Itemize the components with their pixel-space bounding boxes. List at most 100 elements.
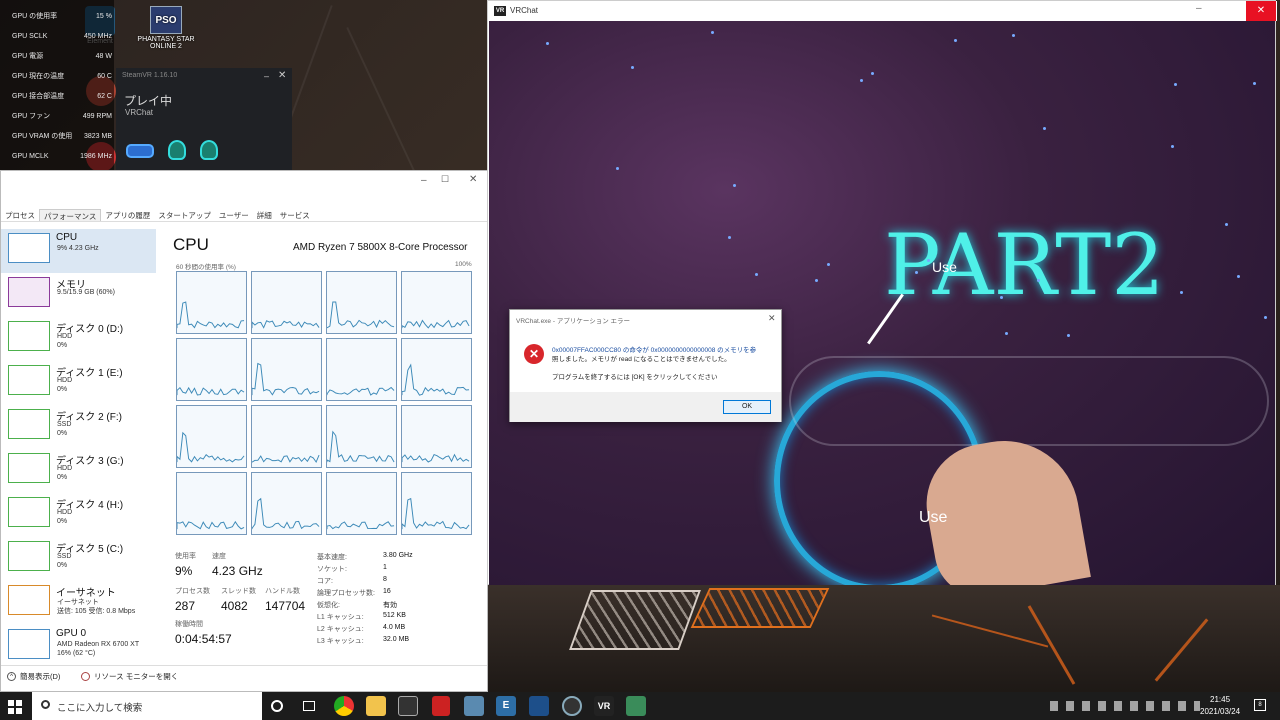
- spec-label: L2 キャッシュ:: [317, 626, 364, 633]
- spec-label: L1 キャッシュ:: [317, 614, 364, 621]
- start-button[interactable]: [8, 700, 22, 714]
- sidebar-thumbnail: [8, 365, 50, 395]
- maximize-button[interactable]: ☐: [441, 174, 449, 185]
- steamvr-minimize-button[interactable]: –: [264, 71, 269, 81]
- sidebar-item[interactable]: ディスク 3 (G:) HDD 0%: [1, 449, 156, 493]
- file-explorer-icon[interactable]: [366, 696, 386, 716]
- sidebar-item[interactable]: ディスク 4 (H:) HDD 0%: [1, 493, 156, 537]
- sidebar-item[interactable]: ディスク 0 (D:) HDD 0%: [1, 317, 156, 361]
- vrchat-title: VRChat: [510, 6, 539, 15]
- spec-label: ソケット:: [317, 566, 347, 573]
- app-icon[interactable]: [464, 696, 484, 716]
- sidebar-t2: SSD: [57, 421, 72, 428]
- system-tray-icons[interactable]: [1050, 701, 1200, 711]
- cpu-core-graph: [251, 338, 322, 401]
- sidebar-item[interactable]: CPU 9% 4.23 GHz: [1, 229, 156, 273]
- task-manager-window[interactable]: – ☐ ✕ プロセス パフォーマンス アプリの履歴 スタートアップ ユーザー 詳細 サービス…: [0, 170, 489, 692]
- vrchat-minimize-button[interactable]: –: [1196, 3, 1202, 14]
- spec-value: 16: [383, 588, 391, 595]
- sidebar-thumbnail: [8, 585, 50, 615]
- cpu-core-graph: [401, 405, 472, 468]
- sidebar-t2: AMD Radeon RX 6700 XT: [57, 641, 140, 648]
- star: [1224, 222, 1228, 226]
- cortana-icon[interactable]: [271, 700, 283, 712]
- amd-radeon-icon[interactable]: [432, 696, 450, 716]
- application-error-dialog[interactable]: VRChat.exe - アプリケーション エラー ✕ ✕ 0x00007FFA…: [509, 309, 782, 422]
- cpu-core-graph: [326, 338, 397, 401]
- star: [754, 272, 758, 276]
- dialog-close-button[interactable]: ✕: [768, 313, 776, 324]
- tab-0[interactable]: プロセス: [1, 209, 39, 221]
- controller-right-icon: [200, 140, 218, 160]
- tab-bar: プロセス パフォーマンス アプリの履歴 スタートアップ ユーザー 詳細 サービス: [1, 209, 489, 222]
- sidebar-thumbnail: [8, 409, 50, 439]
- steamvr-icon[interactable]: [529, 696, 549, 716]
- sidebar-item[interactable]: イーサネット イーサネット 送信: 105 受信: 0.8 Mbps: [1, 581, 156, 625]
- steam-icon[interactable]: [562, 696, 582, 716]
- hwmon-row: GPU VRAM の使用 3823 MB: [12, 131, 112, 143]
- hwmon-value: 1986 MHz: [80, 153, 112, 160]
- star: [870, 72, 874, 75]
- screen-capture-icon[interactable]: [398, 696, 418, 716]
- cpu-core-graph: [251, 271, 322, 334]
- hwmon-key: GPU 現在の温度: [12, 73, 65, 80]
- hwmon-key: GPU VRAM の使用: [12, 133, 73, 140]
- notification-icon[interactable]: 8: [1254, 699, 1266, 711]
- use-prompt-bottom: Use: [919, 509, 948, 526]
- tab-4[interactable]: ユーザー: [215, 209, 253, 221]
- cpu-core-graph: [176, 271, 247, 334]
- vrchat-close-button[interactable]: ✕: [1246, 1, 1276, 21]
- vrchat-scene[interactable]: PART2 Use Use: [489, 21, 1275, 585]
- part2-sign: PART2: [884, 216, 1165, 314]
- hwmon-key: GPU の使用率: [12, 13, 58, 20]
- minimize-button[interactable]: –: [421, 175, 427, 186]
- sidebar-item[interactable]: GPU 0 AMD Radeon RX 6700 XT 16% (62 °C): [1, 625, 156, 669]
- stat-speed-lbl: 速度: [212, 553, 226, 560]
- controller-left-icon: [168, 140, 186, 160]
- cpu-core-graph: [251, 405, 322, 468]
- hwmon-value: 499 RPM: [82, 113, 112, 120]
- vrchat-taskbar-icon[interactable]: VR: [594, 696, 614, 716]
- fewer-details-link[interactable]: ^ 簡易表示(D): [7, 671, 60, 682]
- spec-label: L3 キャッシュ:: [317, 638, 364, 645]
- stat-proc: 287: [175, 599, 196, 613]
- star: [1253, 82, 1257, 86]
- element-icon[interactable]: E: [496, 696, 516, 716]
- sidebar-t2: HDD: [57, 377, 73, 384]
- vrchat-window[interactable]: VR VRChat – ✕ PART2 Use Use: [487, 0, 1277, 585]
- sidebar-thumbnail: [8, 629, 50, 659]
- chevron-up-icon: ^: [7, 672, 16, 681]
- task-view-icon[interactable]: [303, 701, 315, 711]
- task-manager-taskbar-icon[interactable]: [626, 696, 646, 716]
- desktop-icon-pso2[interactable]: PSO PHANTASY STAR ONLINE 2: [130, 6, 202, 50]
- tab-3[interactable]: スタートアップ: [154, 209, 215, 221]
- sidebar-item[interactable]: ディスク 5 (C:) SSD 0%: [1, 537, 156, 581]
- tab-6[interactable]: サービス: [276, 209, 314, 221]
- clock-date[interactable]: 2021/03/24: [1200, 707, 1240, 716]
- steamvr-close-button[interactable]: ✕: [278, 70, 286, 81]
- sidebar-thumbnail: [8, 321, 50, 351]
- steamvr-window[interactable]: SteamVR 1.16.10 – ✕ プレイ中 VRChat: [116, 68, 292, 170]
- clock-time[interactable]: 21:45: [1210, 695, 1230, 704]
- resource-monitor-link[interactable]: リソース モニターを開く: [81, 671, 178, 682]
- close-button[interactable]: ✕: [469, 174, 477, 185]
- sidebar-t3: 0%: [57, 474, 68, 481]
- sidebar-item[interactable]: ディスク 1 (E:) HDD 0%: [1, 361, 156, 405]
- stat-handle: 147704: [265, 599, 306, 613]
- cpu-core-graph: [326, 472, 397, 535]
- star: [1067, 333, 1071, 337]
- tab-5[interactable]: 詳細: [253, 209, 276, 221]
- sidebar-item[interactable]: ディスク 2 (F:) SSD 0%: [1, 405, 156, 449]
- sidebar-item[interactable]: メモリ 9.5/15.9 GB (60%): [1, 273, 156, 317]
- hwmon-row: GPU 現在の温度 60 C: [12, 71, 112, 83]
- taskbar: ここに入力して検索 E VR 21:45 2021/03/24 8: [0, 692, 1280, 720]
- tab-2[interactable]: アプリの履歴: [101, 209, 154, 221]
- search-box[interactable]: ここに入力して検索: [32, 692, 262, 720]
- cpu-core-graph: [176, 405, 247, 468]
- cpu-core-graph: [176, 338, 247, 401]
- ok-button[interactable]: OK: [723, 400, 771, 414]
- sidebar-t3: 0%: [57, 518, 68, 525]
- star: [1179, 290, 1183, 294]
- chrome-icon[interactable]: [334, 696, 354, 716]
- tab-1[interactable]: パフォーマンス: [39, 209, 102, 221]
